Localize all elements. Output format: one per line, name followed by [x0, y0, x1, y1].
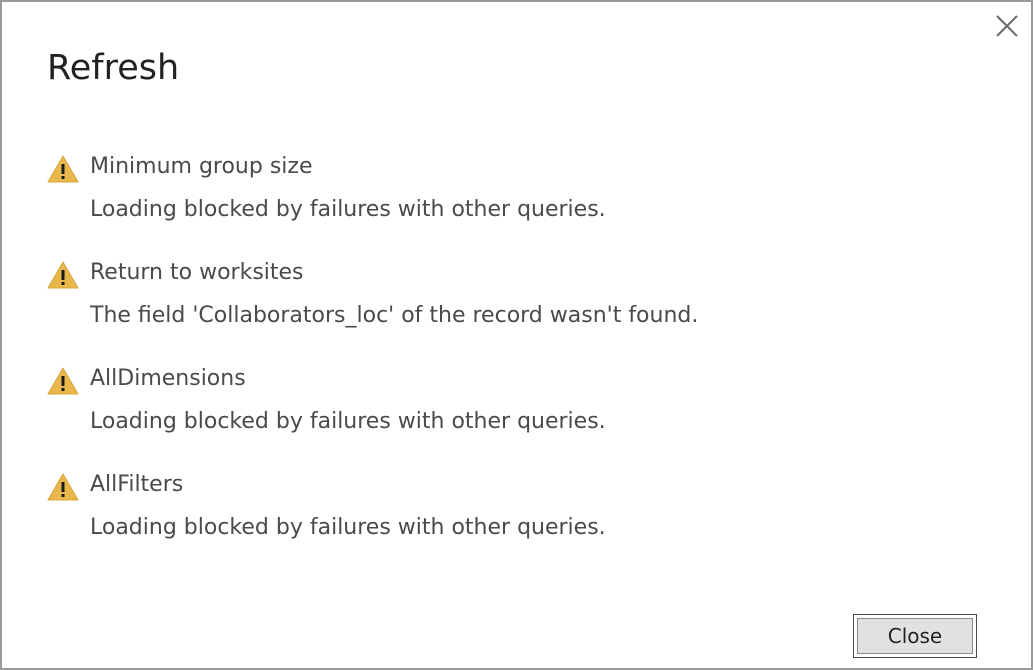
message-detail: The field 'Collaborators_loc' of the rec… — [90, 303, 699, 328]
message-detail: Loading blocked by failures with other q… — [90, 197, 606, 222]
dialog-title: Refresh — [47, 48, 180, 88]
close-button[interactable]: Close — [853, 614, 977, 658]
warning-icon — [47, 367, 79, 395]
message-detail: Loading blocked by failures with other q… — [90, 515, 606, 540]
message-item: Return to worksites The field 'Collabora… — [46, 255, 986, 361]
message-item: AllFilters Loading blocked by failures w… — [46, 467, 986, 573]
warning-icon — [47, 261, 79, 289]
close-button-label: Close — [857, 618, 973, 654]
refresh-dialog: Refresh Minimum group size Loading block… — [0, 0, 1033, 670]
message-title: Return to worksites — [90, 260, 304, 285]
message-title: AllFilters — [90, 472, 184, 497]
message-list: Minimum group size Loading blocked by fa… — [46, 149, 986, 573]
message-item: Minimum group size Loading blocked by fa… — [46, 149, 986, 255]
message-detail: Loading blocked by failures with other q… — [90, 409, 606, 434]
message-item: AllDimensions Loading blocked by failure… — [46, 361, 986, 467]
message-title: AllDimensions — [90, 366, 246, 391]
message-title: Minimum group size — [90, 154, 313, 179]
warning-icon — [47, 155, 79, 183]
warning-icon — [47, 473, 79, 501]
close-icon[interactable] — [993, 12, 1021, 40]
